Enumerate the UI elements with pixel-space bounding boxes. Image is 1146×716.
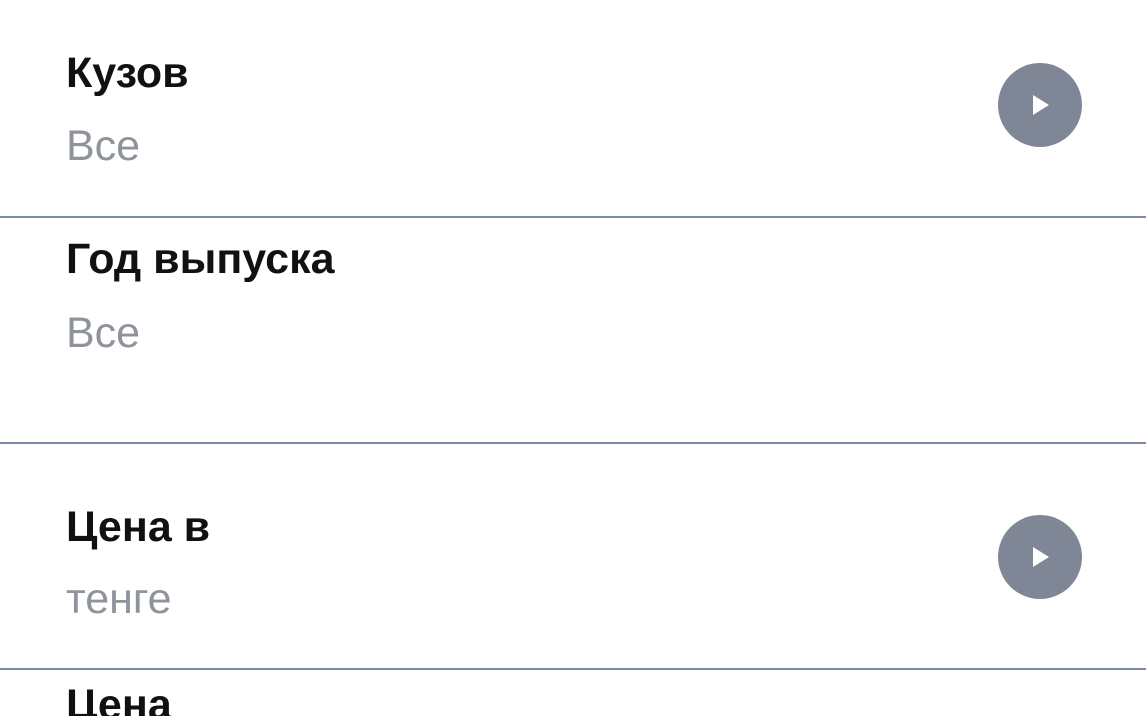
filter-row-body-type[interactable]: Кузов Все [0,0,1146,216]
filter-row-price-currency[interactable]: Цена в тенге [0,444,1146,668]
filter-value: Все [66,122,141,170]
filter-row-price[interactable]: Цена [0,670,1146,716]
filter-label: Цена в [66,503,211,551]
filter-label: Год выпуска [66,235,335,283]
filter-label: Цена [66,681,172,716]
chevron-right-icon[interactable] [998,515,1082,599]
filter-value: Все [66,309,141,357]
chevron-right-icon[interactable] [998,63,1082,147]
filter-list: Кузов Все Год выпуска Все Цена в тенге Ц… [0,0,1146,716]
filter-label: Кузов [66,49,189,97]
filter-value: тенге [66,575,172,623]
filter-row-year[interactable]: Год выпуска Все [0,218,1146,442]
